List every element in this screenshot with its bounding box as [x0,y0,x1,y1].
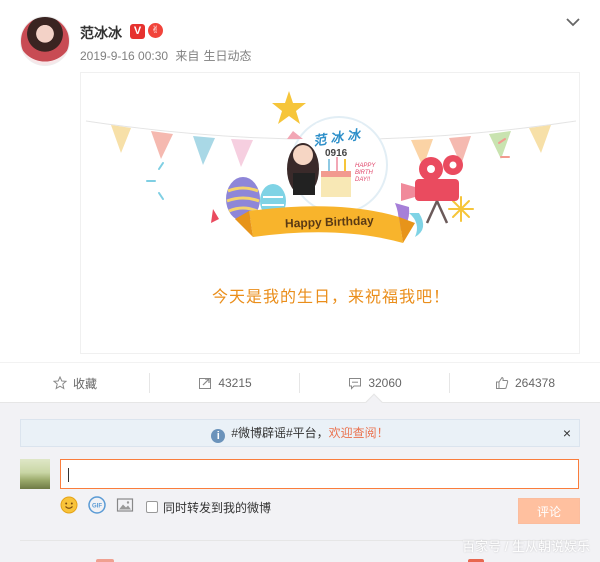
repost-checkbox[interactable] [146,501,158,513]
like-icon [495,376,509,389]
chevron-down-icon[interactable] [563,12,583,32]
comment-input[interactable] [60,459,579,489]
medal-icon[interactable]: ✌ [148,23,163,38]
star-icon [52,376,67,390]
text-caret [68,468,69,482]
favorite-button[interactable]: 收藏 [0,363,150,403]
submit-comment-button[interactable]: 评论 [518,498,580,524]
post-timestamp[interactable]: 2019-9-16 00:30 [80,49,168,63]
close-icon[interactable]: × [563,420,571,446]
favorite-label: 收藏 [72,376,97,391]
repost-checkbox-label[interactable]: 同时转发到我的微博 [163,499,271,516]
current-user-avatar[interactable] [20,459,50,489]
comment-section: i #微博辟谣#平台，欢迎查阅！ × GIF 同时转发到我的微博 评论 百家号 /… [0,402,600,562]
image-icon[interactable] [116,496,134,514]
watermark-text: 百家号 / 生从朝说娱乐 [462,539,590,554]
action-bar: 收藏 43215 32060 264378 [0,362,600,402]
rumor-notice: i #微博辟谣#平台，欢迎查阅！ × [20,419,580,447]
notice-link[interactable]: 欢迎查阅！ [329,426,389,440]
post-source[interactable]: 生日动态 [203,49,251,63]
like-button[interactable]: 264378 [450,363,600,403]
weibo-post: 范冰冰 V ✌ 2019-9-16 00:30 来自 生日动态 范冰冰 0916… [0,0,600,362]
post-meta: 2019-9-16 00:30 来自 生日动态 [80,47,255,64]
gif-icon[interactable]: GIF [88,496,106,514]
post-source-prefix: 来自 [175,49,200,63]
notice-text: #微博辟谣#平台， [231,426,329,440]
verified-badge-icon: V [130,24,145,39]
birthday-card[interactable]: 范冰冰 0916 HAPPY BIRTH DAY!! Happy Birthda… [80,72,580,354]
avatar[interactable] [20,16,70,66]
repost-icon [199,378,212,389]
post-username[interactable]: 范冰冰 [80,23,122,43]
card-date-badge: 0916 [325,148,348,159]
comment-count: 32060 [368,376,402,390]
card-cake-sign: HAPPY BIRTH DAY!! [355,163,376,183]
info-icon: i [211,429,226,443]
comment-icon [349,378,362,390]
card-message: 今天是我的生日，来祝福我吧！ [211,289,450,306]
emoji-icon[interactable] [60,496,78,514]
repost-button[interactable]: 43215 [150,363,300,403]
svg-text:GIF: GIF [92,504,102,510]
repost-count: 43215 [218,376,252,390]
like-count: 264378 [514,376,556,390]
